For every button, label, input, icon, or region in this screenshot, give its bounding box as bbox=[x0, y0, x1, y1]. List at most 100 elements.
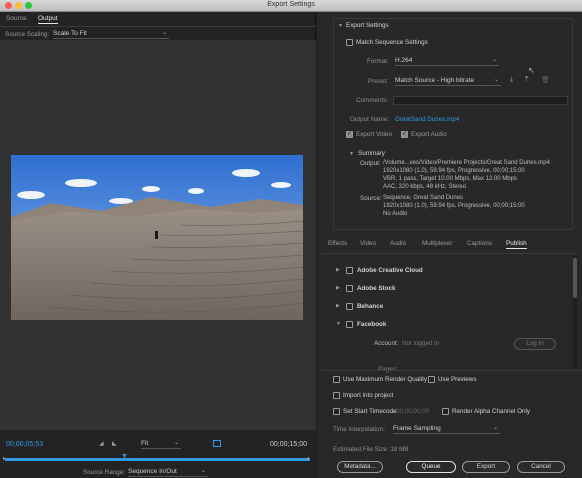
facebook-checkbox[interactable] bbox=[346, 321, 353, 328]
save-preset-icon[interactable]: ⤓ bbox=[510, 76, 513, 84]
creative-cloud-checkbox[interactable] bbox=[346, 267, 353, 274]
match-sequence-checkbox[interactable] bbox=[346, 39, 353, 46]
comments-label: Comments: bbox=[356, 97, 389, 104]
publish-item-creative-cloud[interactable]: ▶ Adobe Creative Cloud bbox=[336, 266, 566, 276]
preset-value: Match Source - High bitrate bbox=[395, 77, 475, 84]
current-timecode[interactable]: 00;00;05;53 bbox=[6, 441, 43, 448]
chevron-down-icon: ⌄ bbox=[161, 30, 167, 36]
publish-item-adobe-stock[interactable]: ▶ Adobe Stock bbox=[336, 284, 566, 294]
set-start-timecode-checkbox[interactable] bbox=[333, 408, 340, 415]
import-preset-icon[interactable]: ⤒ bbox=[525, 76, 528, 84]
source-scaling-value: Scale To Fit bbox=[53, 30, 87, 37]
chevron-down-icon: ⌄ bbox=[492, 425, 498, 431]
import-into-project-label: Import into project bbox=[343, 392, 394, 399]
queue-button[interactable]: Queue bbox=[406, 461, 456, 473]
chevron-down-icon: ⌄ bbox=[491, 57, 497, 63]
export-video-checkbox[interactable] bbox=[346, 130, 353, 138]
playhead-icon[interactable]: ▼ bbox=[121, 453, 128, 460]
end-timecode: 00;00;15;00 bbox=[270, 441, 307, 448]
expand-triangle-icon[interactable]: ▶ bbox=[336, 267, 340, 273]
out-point-handle-icon[interactable]: ◂ bbox=[306, 455, 309, 462]
start-timecode-value[interactable]: 00;00;00;00 bbox=[396, 408, 429, 415]
window-title: Export Settings bbox=[267, 1, 315, 8]
facebook-account-value: Not logged in bbox=[402, 340, 440, 347]
zoom-value: Fit bbox=[141, 440, 149, 447]
collapse-triangle-icon[interactable]: ▼ bbox=[336, 321, 341, 327]
source-scaling-label: Source Scaling: bbox=[5, 31, 50, 38]
summary-source-line: 1920x1080 (1.0), 59.94 fps, Progressive,… bbox=[383, 203, 525, 209]
delete-preset-icon[interactable]: 🗑 bbox=[541, 76, 550, 84]
time-interpolation-dropdown[interactable]: Frame Sampling ⌄ bbox=[393, 425, 500, 434]
publish-item-label: Facebook bbox=[357, 321, 387, 328]
format-dropdown[interactable]: H.264 ⌄ bbox=[395, 57, 499, 66]
summary-header: Summary bbox=[358, 150, 385, 157]
bottom-divider bbox=[322, 370, 582, 371]
summary-source-line: Sequence, Great Sand Dunes bbox=[383, 195, 464, 201]
publish-item-label: Behance bbox=[357, 303, 384, 310]
publish-item-facebook[interactable]: ▼ Facebook bbox=[336, 320, 566, 330]
metadata-button[interactable]: Metadata... bbox=[337, 461, 383, 473]
format-value: H.264 bbox=[395, 57, 413, 64]
behance-checkbox[interactable] bbox=[346, 303, 353, 310]
title-bar: Export Settings bbox=[0, 0, 582, 12]
mark-in-icon[interactable]: ◢ bbox=[99, 440, 104, 447]
output-name-link[interactable]: GreatSand Dunes.mp4 bbox=[395, 116, 459, 123]
time-interpolation-label: Time Interpolation: bbox=[333, 426, 385, 433]
tab-multiplexer[interactable]: Multiplexer bbox=[422, 240, 452, 247]
zoom-dropdown[interactable]: Fit ⌄ bbox=[141, 440, 181, 449]
tabs-divider bbox=[322, 253, 578, 254]
source-range-value: Sequence In/Out bbox=[128, 468, 177, 475]
preset-dropdown[interactable]: Match Source - High bitrate ⌄ bbox=[395, 77, 501, 86]
chevron-down-icon: ⌄ bbox=[173, 440, 179, 446]
tab-audio[interactable]: Audio bbox=[390, 240, 406, 247]
collapse-triangle-icon[interactable]: ▼ bbox=[349, 151, 354, 157]
use-previews-checkbox[interactable] bbox=[428, 376, 435, 383]
summary-source-label: Source: bbox=[360, 195, 382, 202]
source-scaling-dropdown[interactable]: Scale To Fit ⌄ bbox=[53, 30, 169, 39]
chevron-down-icon: ⌄ bbox=[493, 77, 499, 83]
video-frame-preview bbox=[11, 155, 303, 320]
export-settings-header: Export Settings bbox=[346, 22, 389, 29]
facebook-login-button[interactable]: Log In bbox=[514, 338, 556, 350]
summary-output-line: VBR, 1 pass, Target 10.00 Mbps, Max 12.0… bbox=[383, 176, 517, 182]
facebook-account-label: Account: bbox=[374, 340, 399, 347]
in-point-handle-icon[interactable]: ▸ bbox=[3, 455, 6, 462]
match-sequence-label: Match Sequence Settings bbox=[356, 39, 428, 46]
expand-triangle-icon[interactable]: ▶ bbox=[336, 303, 340, 309]
tab-video[interactable]: Video bbox=[360, 240, 376, 247]
summary-output-label: Output: bbox=[360, 160, 381, 167]
timeline-range-bar[interactable] bbox=[5, 458, 310, 461]
set-start-timecode-label: Set Start Timecode bbox=[343, 408, 397, 415]
settings-tabs: Effects Video Audio Multiplexer Captions… bbox=[322, 240, 582, 252]
time-interpolation-value: Frame Sampling bbox=[393, 425, 441, 432]
comments-field[interactable] bbox=[393, 96, 568, 105]
output-name-label: Output Name: bbox=[350, 116, 390, 123]
cancel-button[interactable]: Cancel bbox=[517, 461, 565, 473]
summary-output-line: 1920x1080 (1.0), 59.94 fps, Progressive,… bbox=[383, 168, 525, 174]
import-into-project-checkbox[interactable] bbox=[333, 392, 340, 399]
render-alpha-checkbox[interactable] bbox=[442, 408, 449, 415]
max-render-quality-checkbox[interactable] bbox=[333, 376, 340, 383]
tab-publish[interactable]: Publish bbox=[506, 240, 527, 249]
expand-triangle-icon[interactable]: ▶ bbox=[336, 285, 340, 291]
tab-captions[interactable]: Captions bbox=[467, 240, 492, 247]
tab-divider bbox=[0, 26, 316, 27]
export-audio-checkbox[interactable] bbox=[401, 130, 408, 138]
collapse-triangle-icon[interactable]: ▼ bbox=[338, 23, 343, 29]
adobe-stock-checkbox[interactable] bbox=[346, 285, 353, 292]
publish-item-label: Adobe Stock bbox=[357, 285, 396, 292]
publish-item-behance[interactable]: ▶ Behance bbox=[336, 302, 566, 312]
export-button[interactable]: Export bbox=[462, 461, 510, 473]
export-audio-label: Export Audio bbox=[411, 131, 447, 138]
tab-source[interactable]: Source bbox=[6, 15, 27, 22]
tab-output[interactable]: Output bbox=[38, 15, 58, 24]
mark-out-icon[interactable]: ◣ bbox=[112, 440, 117, 447]
publish-scrollbar-thumb[interactable] bbox=[573, 258, 577, 298]
publish-item-label: Adobe Creative Cloud bbox=[357, 267, 423, 274]
use-previews-label: Use Previews bbox=[438, 376, 477, 383]
format-label: Format: bbox=[367, 58, 389, 65]
tab-effects[interactable]: Effects bbox=[328, 240, 347, 247]
source-range-dropdown[interactable]: Sequence In/Out ⌄ bbox=[128, 468, 208, 477]
aspect-ratio-icon[interactable] bbox=[213, 440, 221, 447]
summary-output-line: /Volume...ves/Video/Premiere Projects/Gr… bbox=[383, 160, 550, 166]
